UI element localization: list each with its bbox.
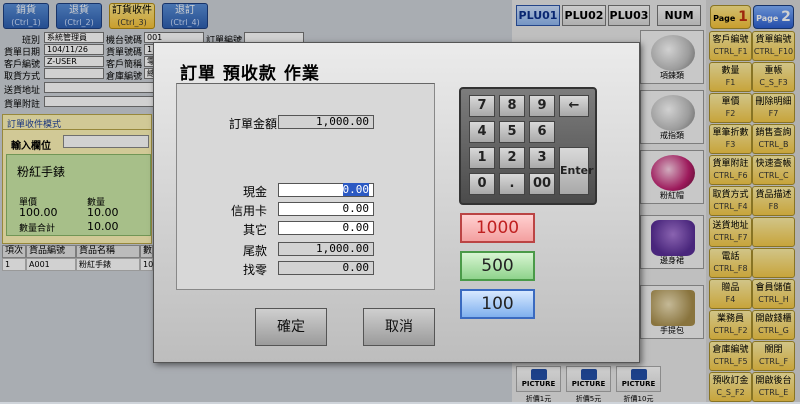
key-7[interactable]: 7 <box>469 95 495 117</box>
cash-input[interactable]: 0.00 <box>278 183 374 197</box>
key-3[interactable]: 3 <box>529 147 555 169</box>
amount-1000-button[interactable]: 1000 <box>460 213 535 243</box>
key-1[interactable]: 1 <box>469 147 495 169</box>
key-8[interactable]: 8 <box>499 95 525 117</box>
payment-panel: 訂單金額 1,000.00 現金 0.00 信用卡 0.00 其它 0.00 尾… <box>176 83 435 290</box>
numeric-keypad: 7 8 9 ← 4 5 6 1 2 3 Enter 0 . 00 <box>459 87 597 205</box>
key-2[interactable]: 2 <box>499 147 525 169</box>
other-input[interactable]: 0.00 <box>278 221 374 235</box>
balance-field: 1,000.00 <box>278 242 374 256</box>
cancel-button[interactable]: 取消 <box>363 308 435 346</box>
dialog-title: 訂單 預收款 作業 <box>180 64 320 84</box>
key-0[interactable]: 0 <box>469 173 495 195</box>
card-label: 信用卡 <box>230 204 267 218</box>
change-label: 找零 <box>242 263 267 277</box>
key-9[interactable]: 9 <box>529 95 555 117</box>
card-input[interactable]: 0.00 <box>278 202 374 216</box>
amount-100-button[interactable]: 100 <box>460 289 535 319</box>
cash-label: 現金 <box>242 185 267 199</box>
change-field: 0.00 <box>278 261 374 275</box>
key-6[interactable]: 6 <box>529 121 555 143</box>
other-label: 其它 <box>242 223 267 237</box>
key-dot[interactable]: . <box>499 173 525 195</box>
prepayment-dialog: 訂單 預收款 作業 訂單金額 1,000.00 現金 0.00 信用卡 0.00… <box>153 42 640 363</box>
amount-500-button[interactable]: 500 <box>460 251 535 281</box>
key-5[interactable]: 5 <box>499 121 525 143</box>
key-4[interactable]: 4 <box>469 121 495 143</box>
confirm-button[interactable]: 確定 <box>255 308 327 346</box>
order-amount-label: 訂單金額 <box>228 117 277 131</box>
key-00[interactable]: 00 <box>529 173 555 195</box>
enter-key[interactable]: Enter <box>559 147 594 195</box>
order-amount-field: 1,000.00 <box>278 115 374 129</box>
backspace-key[interactable]: ← <box>559 95 589 117</box>
balance-label: 尾款 <box>242 244 267 258</box>
